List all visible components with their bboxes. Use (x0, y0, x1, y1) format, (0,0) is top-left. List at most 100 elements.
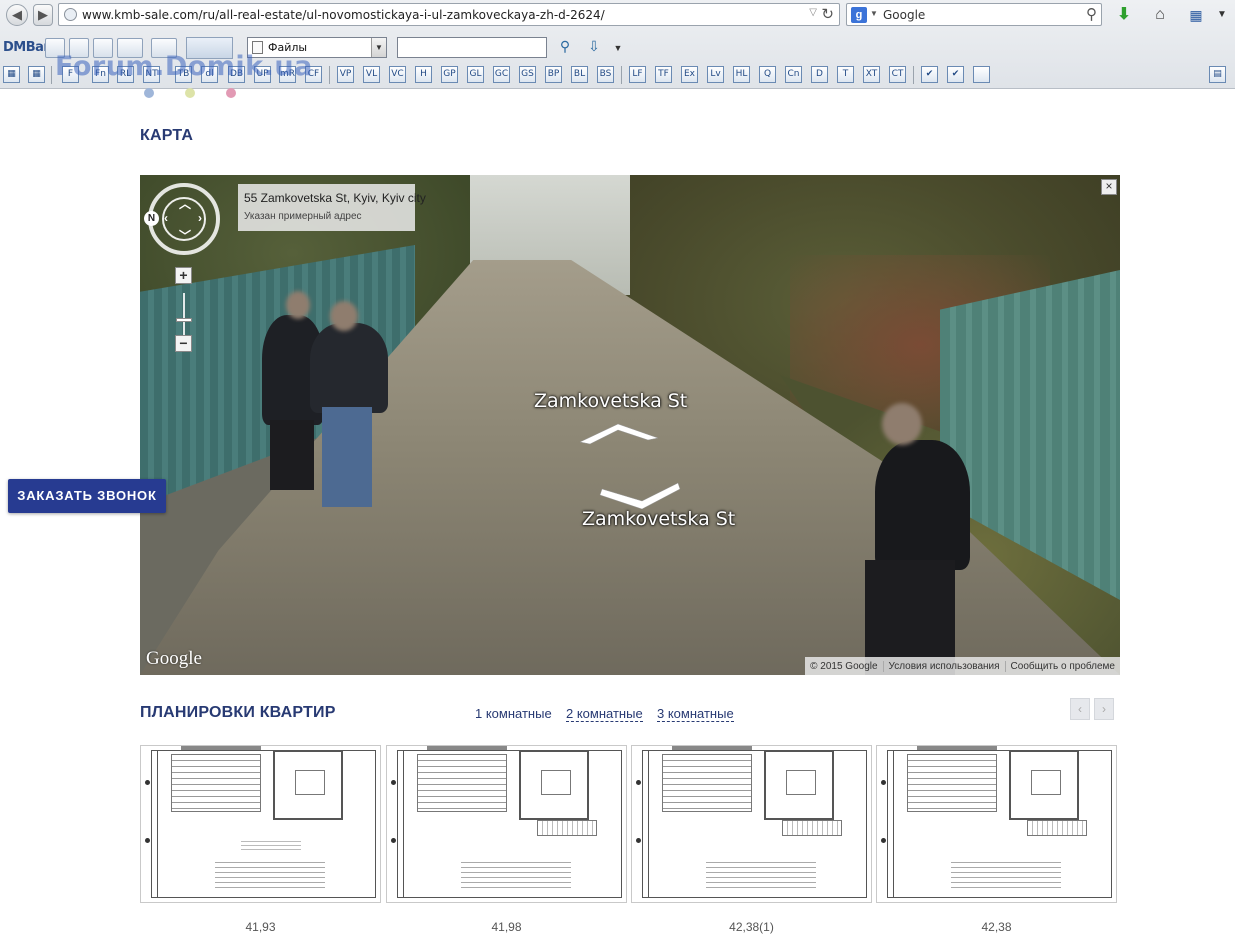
checkbox-checked-icon[interactable]: ✔ (947, 66, 964, 83)
chevron-down-icon[interactable]: ▼ (870, 9, 878, 18)
navigate-forward-arrow-icon[interactable] (578, 422, 660, 448)
terms-link[interactable]: Условия использования (882, 660, 1005, 672)
pan-right-icon[interactable]: › (198, 211, 202, 225)
prev-button[interactable]: ‹ (1070, 698, 1090, 720)
zoom-slider-handle[interactable] (176, 318, 192, 322)
tool-button-bl[interactable]: BL (571, 66, 588, 83)
sape-icon[interactable]: ▦ (1185, 4, 1207, 26)
search-input[interactable]: Google (883, 8, 925, 22)
floor-plan (273, 750, 343, 820)
tools-menu-icon[interactable] (151, 38, 177, 58)
add-icon[interactable] (69, 38, 89, 58)
menu-chevron-icon[interactable]: ▼ (1211, 4, 1233, 26)
tool-button-bp[interactable]: BP (545, 66, 562, 83)
home-icon[interactable]: ⌂ (1149, 4, 1171, 26)
report-problem-link[interactable]: Сообщить о проблеме (1004, 660, 1120, 672)
tool-button-d[interactable]: D (811, 66, 828, 83)
tool-button-mr[interactable]: mR (279, 66, 296, 83)
tool-button-gs[interactable]: GS (519, 66, 536, 83)
tool-button-cf[interactable]: CF (305, 66, 322, 83)
plan-card[interactable] (631, 745, 872, 903)
back-button[interactable]: ◀ (6, 4, 28, 26)
tool-button-ex[interactable]: Ex (681, 66, 698, 83)
address-bar[interactable]: www.kmb-sale.com/ru/all-real-estate/ul-n… (58, 3, 840, 26)
tool-button-up[interactable]: UP (254, 66, 271, 83)
reload-icon[interactable]: ↻ (821, 5, 834, 23)
tool-button-hl[interactable]: HL (733, 66, 750, 83)
pan-down-icon[interactable]: ﹀ (179, 227, 191, 244)
tool-button-gc[interactable]: GC (493, 66, 510, 83)
next-button[interactable]: › (1094, 698, 1114, 720)
tool-button-tf[interactable]: TF (655, 66, 672, 83)
tool-button-bs[interactable]: BS (597, 66, 614, 83)
dmbar-search-input[interactable] (397, 37, 547, 58)
url-text[interactable]: www.kmb-sale.com/ru/all-real-estate/ul-n… (82, 8, 605, 22)
tool-button-vc[interactable]: VC (389, 66, 406, 83)
globe-icon (64, 8, 77, 21)
files-dropdown[interactable]: Файлы ▼ (247, 37, 387, 58)
tool-button-f[interactable]: F (62, 66, 79, 83)
tool-button-lv[interactable]: Lv (707, 66, 724, 83)
drawing-notes (951, 858, 1061, 888)
dmbar-logo[interactable]: DMBar (3, 40, 50, 55)
dot-pink (226, 88, 236, 98)
chat-icon[interactable] (45, 38, 65, 58)
tool-button-xt[interactable]: XT (863, 66, 880, 83)
street-view-panorama[interactable]: 55 Zamkovetska St, Kyiv, Kyiv city Указа… (140, 175, 1120, 675)
tab-2-rooms[interactable]: 2 комнатные (566, 706, 643, 722)
tool-button-q[interactable]: Q (759, 66, 776, 83)
zoom-slider-track[interactable] (183, 293, 185, 335)
navigate-back-arrow-icon[interactable] (598, 481, 682, 509)
hand-tool-icon[interactable] (186, 37, 233, 59)
tool-button-tb[interactable]: TB (175, 66, 192, 83)
tool-button-h[interactable]: H (415, 66, 432, 83)
tool-button-t[interactable]: T (837, 66, 854, 83)
request-call-button[interactable]: ЗАКАЗАТЬ ЗВОНОК (8, 479, 166, 513)
forward-button[interactable]: ▶ (33, 4, 53, 26)
tool-button-cn[interactable]: Cn (785, 66, 802, 83)
plan-card[interactable] (140, 745, 381, 903)
close-button[interactable]: × (1101, 179, 1117, 195)
compass-icon[interactable]: N (144, 211, 159, 226)
tool-button-vl[interactable]: VL (363, 66, 380, 83)
zoom-out-button[interactable]: − (175, 335, 192, 352)
download-arrow-icon[interactable]: ⇩ (584, 38, 604, 58)
zoom-search-icon[interactable]: ⚲ (555, 38, 575, 58)
checkbox-checked-icon[interactable]: ✔ (921, 66, 938, 83)
google-engine-icon[interactable]: g (851, 7, 867, 23)
person-right (875, 440, 970, 570)
tool-button-fn[interactable]: Fn (92, 66, 109, 83)
tool-button-dl[interactable]: dl (201, 66, 218, 83)
search-icon[interactable]: ⚲ (1086, 5, 1097, 23)
pan-left-icon[interactable]: ‹ (164, 211, 168, 225)
plan-card[interactable] (386, 745, 627, 903)
grid-alt-icon[interactable]: ▦ (28, 66, 45, 83)
tool-button-vp[interactable]: VP (337, 66, 354, 83)
tab-3-rooms[interactable]: 3 комнатные (657, 706, 734, 722)
home-menu-icon[interactable] (117, 38, 143, 58)
plan-card[interactable] (876, 745, 1117, 903)
binding-hole (636, 780, 641, 785)
windows-icon[interactable] (93, 38, 113, 58)
drawing-stamp (1027, 820, 1087, 836)
tool-button-ct[interactable]: CT (889, 66, 906, 83)
floor-plan-room (1031, 770, 1061, 795)
zoom-in-button[interactable]: + (175, 267, 192, 284)
clipboard-icon[interactable]: ▤ (1209, 66, 1226, 83)
tool-button-gp[interactable]: GP (441, 66, 458, 83)
pan-up-icon[interactable]: ︿ (179, 195, 191, 212)
history-dropdown-icon[interactable]: ▽ (809, 7, 817, 18)
tool-button-lf[interactable]: LF (629, 66, 646, 83)
grid-icon[interactable]: ▦ (3, 66, 20, 83)
chevron-down-icon[interactable]: ▼ (371, 38, 386, 57)
floor-plan-room (295, 770, 325, 795)
chevron-down-icon[interactable]: ▼ (608, 38, 628, 58)
tool-button-nt[interactable]: NT (143, 66, 160, 83)
tool-button-rl[interactable]: RL (117, 66, 134, 83)
checkbox-empty-icon[interactable] (973, 66, 990, 83)
tab-1-room[interactable]: 1 комнатные (475, 706, 552, 721)
tool-button-gl[interactable]: GL (467, 66, 484, 83)
download-icon[interactable]: ⬇ (1113, 4, 1135, 26)
search-bar[interactable]: g ▼ Google ⚲ (846, 3, 1102, 26)
tool-button-db[interactable]: DB (228, 66, 245, 83)
